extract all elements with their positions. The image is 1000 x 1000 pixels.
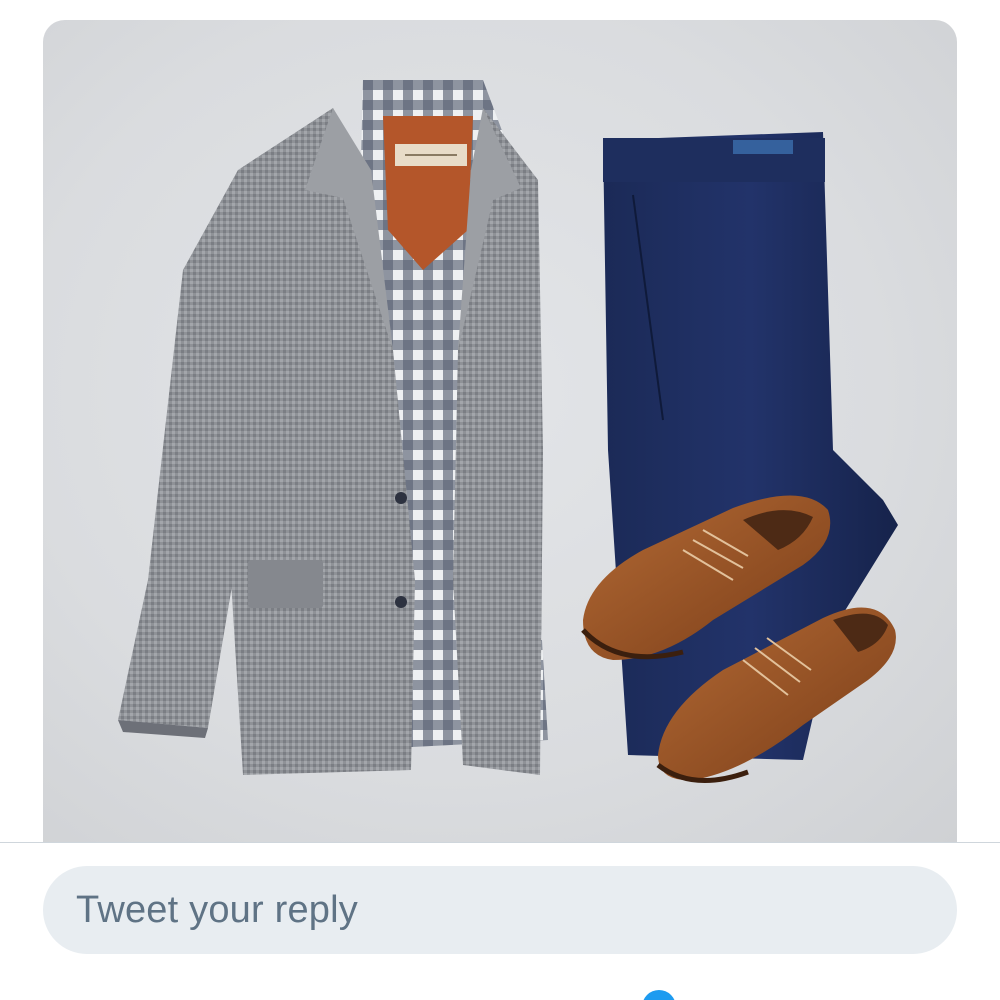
tweet-media-image[interactable]	[43, 20, 957, 842]
notification-dot-icon	[642, 990, 676, 1000]
outfit-photo-icon	[118, 80, 898, 783]
reply-input[interactable]: Tweet your reply	[43, 866, 957, 954]
section-divider	[0, 842, 1000, 843]
reply-placeholder: Tweet your reply	[76, 888, 358, 931]
